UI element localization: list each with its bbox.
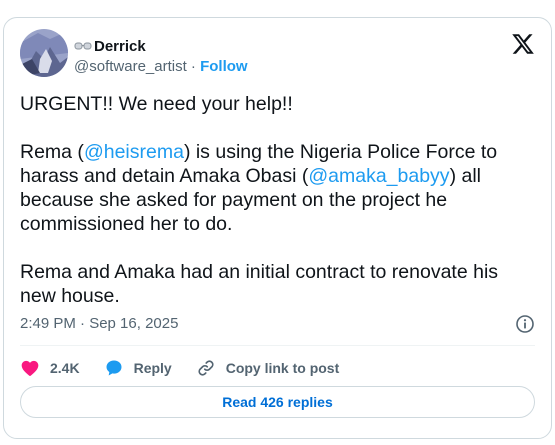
author-display-name: Derrick (94, 37, 146, 55)
follow-button[interactable]: Follow (200, 58, 248, 75)
action-bar: 2.4K Reply Copy link to post (20, 356, 363, 380)
tweet-card: Derrick @software_artist · Follow URGENT… (3, 17, 552, 439)
author-handle[interactable]: @software_artist (74, 58, 187, 75)
glasses-icon (74, 39, 92, 53)
mention-amaka-babyy[interactable]: @amaka_babyy (308, 165, 449, 187)
reply-bubble-icon (106, 360, 122, 376)
reply-label: Reply (133, 360, 172, 376)
read-replies-label: Read 426 replies (222, 394, 333, 410)
divider (20, 345, 535, 346)
x-logo-icon[interactable] (511, 32, 535, 56)
tweet-paragraph-2: Rema (@heisrema) is using the Nigeria Po… (20, 140, 530, 236)
info-icon[interactable] (515, 314, 535, 334)
tweet-text-segment: Rema ( (20, 141, 84, 163)
likes-count: 2.4K (50, 360, 80, 376)
tweet-line-1: URGENT!! We need your help!! (20, 93, 293, 115)
copy-link-button[interactable]: Copy link to post (196, 358, 340, 378)
handle-row: @software_artist · Follow (74, 58, 248, 75)
avatar[interactable] (20, 29, 68, 77)
post-timestamp[interactable]: 2:49 PM · Sep 16, 2025 (20, 315, 178, 332)
reply-button[interactable]: Reply (104, 358, 172, 378)
copy-link-label: Copy link to post (225, 360, 340, 376)
like-button[interactable]: 2.4K (20, 358, 80, 378)
tweet-paragraph-3: Rema and Amaka had an initial contract t… (20, 261, 499, 307)
link-icon (198, 360, 214, 376)
heart-icon (21, 360, 39, 376)
handle-separator: · (186, 58, 201, 75)
author-name[interactable]: Derrick (74, 36, 146, 56)
read-replies-button[interactable]: Read 426 replies (20, 386, 535, 418)
mention-heisrema[interactable]: @heisrema (84, 141, 184, 163)
tweet-text: URGENT!! We need your help!! Rema (@heis… (20, 92, 530, 308)
